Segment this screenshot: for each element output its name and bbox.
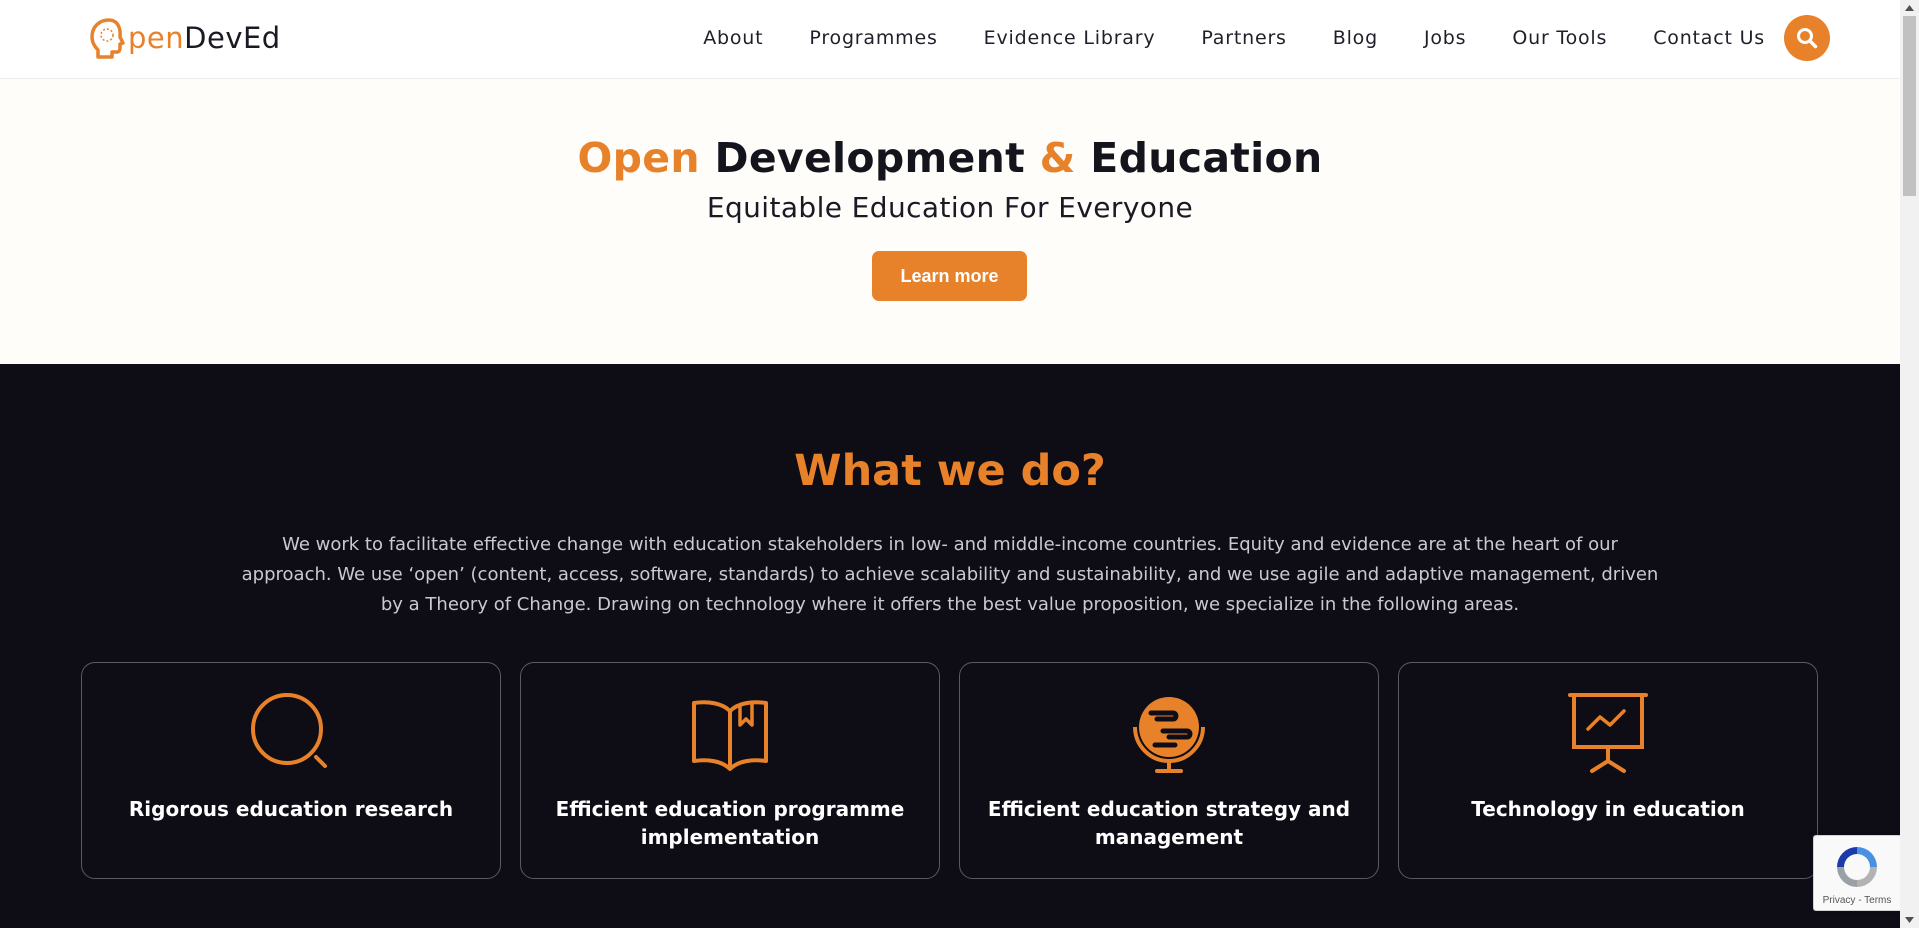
page: pen DevEd About Programmes Evidence Libr… xyxy=(0,0,1900,928)
site-logo[interactable]: pen DevEd xyxy=(88,16,281,60)
nav-item-our-tools[interactable]: Our Tools xyxy=(1512,27,1607,49)
card-title: Efficient education programme implementa… xyxy=(555,797,905,849)
hero-subtitle: Equitable Education For Everyone xyxy=(706,191,1194,224)
presentation-board-icon xyxy=(1568,693,1648,773)
hero-title-education: Education xyxy=(1090,134,1323,182)
hero-section: Open Development & Education Equitable E… xyxy=(0,79,1900,364)
recaptcha-separator: - xyxy=(1855,895,1865,906)
nav-item-blog[interactable]: Blog xyxy=(1333,27,1378,49)
recaptcha-terms-link[interactable]: Terms xyxy=(1864,895,1891,906)
nav-item-programmes[interactable]: Programmes xyxy=(809,27,937,49)
recaptcha-links: Privacy - Terms xyxy=(1814,895,1900,906)
nav-item-contact-us[interactable]: Contact Us xyxy=(1653,27,1765,49)
logo-text-dark: DevEd xyxy=(184,21,281,55)
nav-item-jobs[interactable]: Jobs xyxy=(1424,27,1466,49)
card-title: Technology in education xyxy=(1471,797,1745,821)
hero-title-ampersand: & xyxy=(1039,134,1076,182)
card-title: Efficient education strategy and managem… xyxy=(987,797,1351,849)
site-header: pen DevEd About Programmes Evidence Libr… xyxy=(0,0,1900,79)
nav-item-partners[interactable]: Partners xyxy=(1201,27,1286,49)
learn-more-button[interactable]: Learn more xyxy=(872,251,1027,301)
card-strategy-management[interactable]: Efficient education strategy and managem… xyxy=(959,662,1379,879)
vertical-scrollbar[interactable] xyxy=(1900,0,1919,928)
scroll-down-arrow-icon[interactable] xyxy=(1900,912,1919,928)
recaptcha-icon xyxy=(1837,847,1877,887)
hero-title: Open Development & Education xyxy=(0,134,1900,182)
section-description: We work to facilitate effective change w… xyxy=(241,534,1659,615)
head-logo-icon xyxy=(90,18,125,59)
search-button[interactable] xyxy=(1784,15,1830,61)
hero-title-open: Open xyxy=(577,134,700,182)
scroll-up-arrow-icon[interactable] xyxy=(1900,0,1919,16)
main-nav: About Programmes Evidence Library Partne… xyxy=(703,0,1765,75)
service-cards: Rigorous education research Efficient ed… xyxy=(81,662,1819,879)
card-technology[interactable]: Technology in education xyxy=(1398,662,1818,879)
search-icon xyxy=(1797,28,1818,49)
recaptcha-privacy-link[interactable]: Privacy xyxy=(1823,895,1856,906)
card-title: Rigorous education research xyxy=(128,797,454,821)
magnifier-icon xyxy=(251,693,327,768)
what-we-do-section: What we do? We work to facilitate effect… xyxy=(0,364,1900,928)
open-book-icon xyxy=(692,700,768,771)
section-title: What we do? xyxy=(794,446,1106,496)
globe-icon xyxy=(1133,697,1205,773)
nav-item-evidence-library[interactable]: Evidence Library xyxy=(984,27,1156,49)
hero-title-development: Development xyxy=(714,134,1026,182)
card-programme-implementation[interactable]: Efficient education programme implementa… xyxy=(520,662,940,879)
scroll-thumb[interactable] xyxy=(1903,16,1916,196)
card-research[interactable]: Rigorous education research xyxy=(81,662,501,879)
nav-item-about[interactable]: About xyxy=(703,27,763,49)
logo-text-accent: pen xyxy=(128,21,185,55)
recaptcha-badge[interactable]: Privacy - Terms xyxy=(1813,835,1900,911)
